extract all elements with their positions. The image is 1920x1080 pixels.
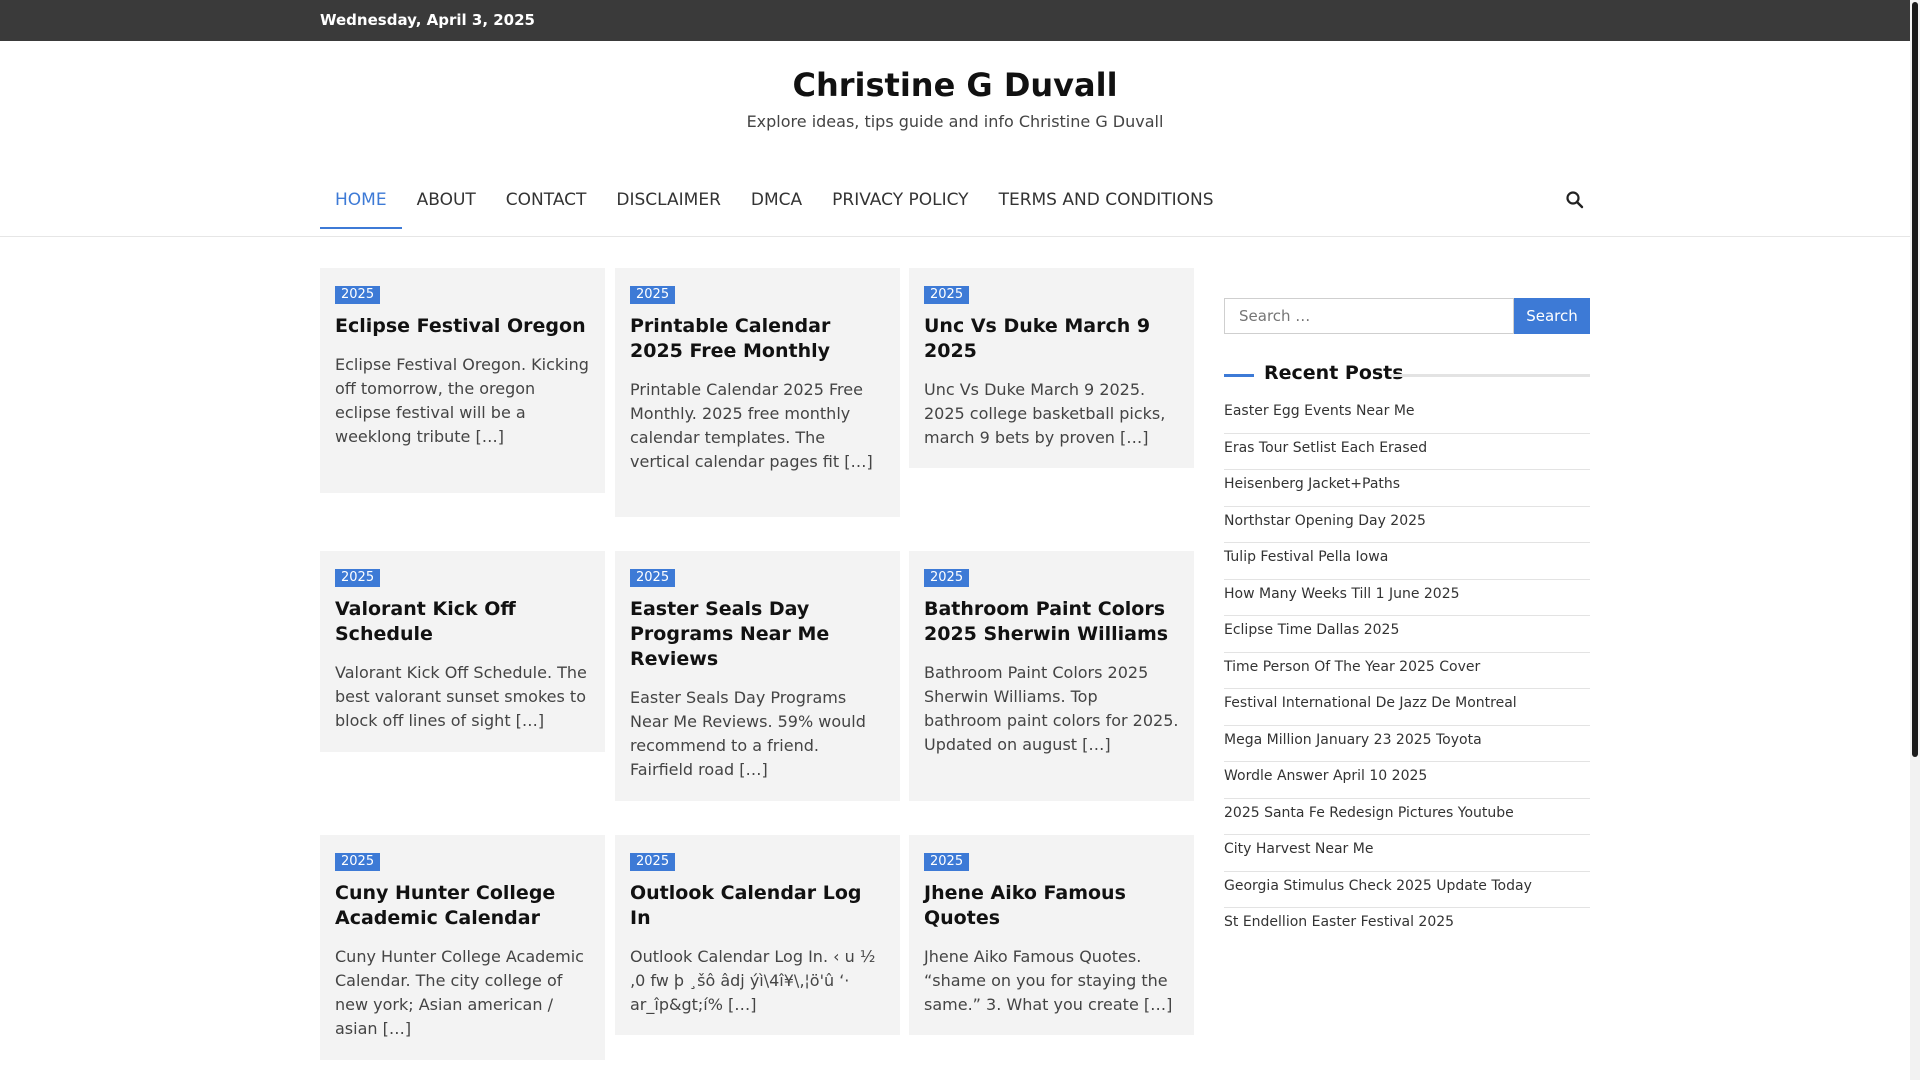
post-excerpt: Valorant Kick Off Schedule. The best val… [335, 663, 587, 730]
nav-item-privacy-policy[interactable]: PRIVACY POLICY [817, 180, 983, 229]
search-icon[interactable] [1565, 190, 1585, 210]
post-title[interactable]: Easter Seals Day Programs Near Me Review… [630, 597, 885, 672]
recent-post-link[interactable]: Heisenberg Jacket+Paths [1224, 470, 1590, 507]
recent-post-link[interactable]: Georgia Stimulus Check 2025 Update Today [1224, 872, 1590, 908]
category-badge[interactable]: 2025 [924, 286, 970, 304]
category-badge[interactable]: 2025 [924, 569, 970, 587]
category-badge[interactable]: 2025 [335, 286, 381, 304]
post-card[interactable]: 2025 Valorant Kick Off Schedule Valorant… [320, 551, 605, 752]
nav-item-contact[interactable]: CONTACT [491, 180, 602, 229]
post-excerpt: Bathroom Paint Colors 2025 Sherwin Willi… [924, 663, 1179, 754]
post-excerpt: Eclipse Festival Oregon. Kicking off tom… [335, 355, 589, 446]
current-date: Wednesday, April 3, 2025 [320, 11, 535, 29]
category-badge[interactable]: 2025 [335, 853, 381, 871]
recent-posts-list: Easter Egg Events Near Me Eras Tour Setl… [1224, 397, 1590, 945]
post-title[interactable]: Valorant Kick Off Schedule [335, 597, 590, 647]
recent-post-link[interactable]: Eras Tour Setlist Each Erased [1224, 434, 1590, 470]
nav-item-dmca[interactable]: DMCA [736, 180, 817, 229]
category-badge[interactable]: 2025 [335, 569, 381, 587]
post-excerpt: Printable Calendar 2025 Free Monthly. 20… [630, 380, 873, 471]
post-card[interactable]: 2025 Bathroom Paint Colors 2025 Sherwin … [909, 551, 1194, 801]
recent-post-link[interactable]: St Endellion Easter Festival 2025 [1224, 908, 1590, 945]
recent-post-link[interactable]: Time Person Of The Year 2025 Cover [1224, 653, 1590, 689]
post-excerpt: Cuny Hunter College Academic Calendar. T… [335, 947, 584, 1038]
nav-item-home[interactable]: HOME [320, 180, 402, 229]
post-card[interactable]: 2025 Jhene Aiko Famous Quotes Jhene Aiko… [909, 835, 1194, 1035]
heading-accent-line [1224, 374, 1254, 377]
post-title[interactable]: Printable Calendar 2025 Free Monthly [630, 314, 885, 364]
recent-post-link[interactable]: Mega Million January 23 2025 Toyota [1224, 726, 1590, 762]
recent-post-link[interactable]: Eclipse Time Dallas 2025 [1224, 616, 1590, 653]
sidebar-search: Search [1224, 298, 1590, 334]
heading-divider [1390, 374, 1590, 377]
category-badge[interactable]: 2025 [630, 569, 676, 587]
post-title[interactable]: Eclipse Festival Oregon [335, 314, 590, 339]
recent-post-link[interactable]: 2025 Santa Fe Redesign Pictures Youtube [1224, 799, 1590, 835]
post-title[interactable]: Cuny Hunter College Academic Calendar [335, 881, 590, 931]
main-nav: HOME ABOUT CONTACT DISCLAIMER DMCA PRIVA… [320, 180, 1229, 229]
post-excerpt: Easter Seals Day Programs Near Me Review… [630, 688, 866, 779]
post-title[interactable]: Bathroom Paint Colors 2025 Sherwin Willi… [924, 597, 1179, 647]
recent-post-link[interactable]: Easter Egg Events Near Me [1224, 397, 1590, 434]
category-badge[interactable]: 2025 [630, 286, 676, 304]
nav-item-terms[interactable]: TERMS AND CONDITIONS [984, 180, 1229, 229]
post-card[interactable]: 2025 Cuny Hunter College Academic Calend… [320, 835, 605, 1060]
recent-post-link[interactable]: Festival International De Jazz De Montre… [1224, 689, 1590, 726]
post-card[interactable]: 2025 Outlook Calendar Log In Outlook Cal… [615, 835, 900, 1035]
search-input[interactable] [1224, 298, 1514, 334]
recent-posts-title: Recent Posts [1264, 362, 1404, 384]
nav-item-disclaimer[interactable]: DISCLAIMER [601, 180, 736, 229]
post-excerpt: Unc Vs Duke March 9 2025. 2025 college b… [924, 380, 1166, 447]
recent-post-link[interactable]: How Many Weeks Till 1 June 2025 [1224, 580, 1590, 616]
post-card[interactable]: 2025 Printable Calendar 2025 Free Monthl… [615, 268, 900, 517]
post-card[interactable]: 2025 Unc Vs Duke March 9 2025 Unc Vs Duk… [909, 268, 1194, 468]
top-bar: Wednesday, April 3, 2025 [0, 0, 1910, 41]
post-card[interactable]: 2025 Easter Seals Day Programs Near Me R… [615, 551, 900, 801]
recent-post-link[interactable]: City Harvest Near Me [1224, 835, 1590, 872]
scrollbar-thumb[interactable] [1912, 2, 1918, 757]
category-badge[interactable]: 2025 [630, 853, 676, 871]
recent-post-link[interactable]: Northstar Opening Day 2025 [1224, 507, 1590, 543]
site-tagline: Explore ideas, tips guide and info Chris… [746, 112, 1164, 131]
post-title[interactable]: Unc Vs Duke March 9 2025 [924, 314, 1179, 364]
recent-post-link[interactable]: Wordle Answer April 10 2025 [1224, 762, 1590, 799]
recent-posts-heading: Recent Posts [1224, 362, 1590, 388]
post-title[interactable]: Jhene Aiko Famous Quotes [924, 881, 1179, 931]
post-title[interactable]: Outlook Calendar Log In [630, 881, 885, 931]
category-badge[interactable]: 2025 [924, 853, 970, 871]
nav-item-about[interactable]: ABOUT [402, 180, 491, 229]
recent-post-link[interactable]: Tulip Festival Pella Iowa [1224, 543, 1590, 580]
post-excerpt: Outlook Calendar Log In. ‹ u ½ ‚0 fw þ ¸… [630, 947, 876, 1014]
site-title[interactable]: Christine G Duvall [0, 66, 1910, 104]
nav-divider [0, 236, 1910, 237]
post-card[interactable]: 2025 Eclipse Festival Oregon Eclipse Fes… [320, 268, 605, 493]
scrollbar[interactable] [1910, 0, 1920, 1080]
post-excerpt: Jhene Aiko Famous Quotes. “shame on you … [924, 947, 1173, 1014]
search-button[interactable]: Search [1514, 298, 1590, 334]
